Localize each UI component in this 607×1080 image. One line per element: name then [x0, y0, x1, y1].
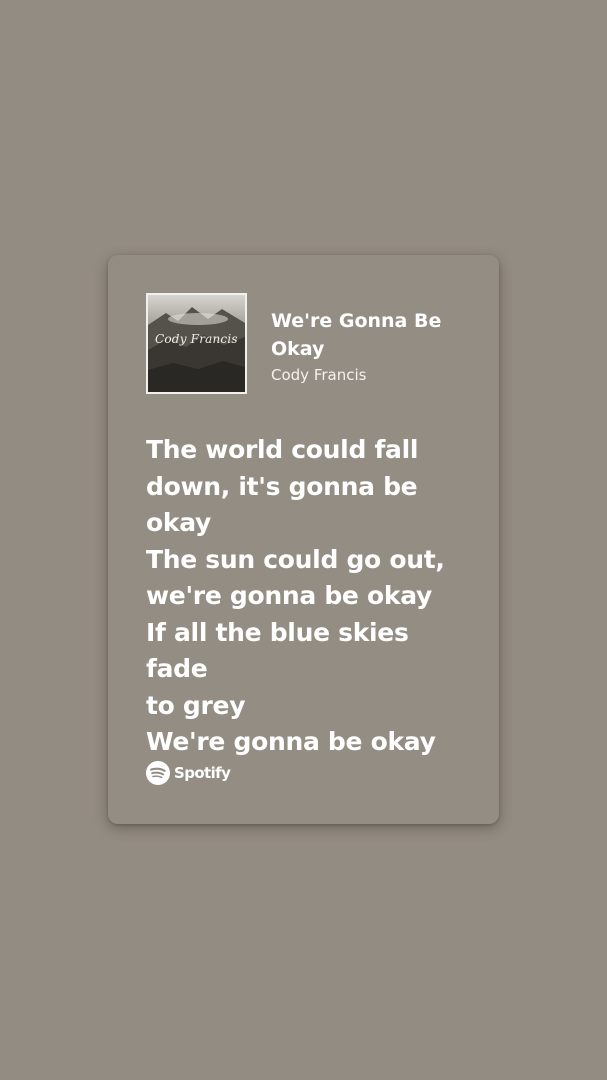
lyric-line: okay	[146, 508, 211, 537]
lyrics-share-card: Cody Francis We're Gonna Be Okay Cody Fr…	[108, 255, 499, 824]
lyrics-block: The world could fall down, it's gonna be…	[146, 432, 461, 761]
lyric-line: If all the blue skies fade	[146, 617, 409, 684]
lyric-line: we're gonna be okay	[146, 581, 432, 610]
lyric-line: The sun could go out,	[146, 544, 445, 574]
song-title: We're Gonna Be Okay	[271, 310, 442, 360]
spotify-logo-icon	[146, 761, 170, 785]
track-header: Cody Francis We're Gonna Be Okay Cody Fr…	[146, 293, 461, 394]
lyric-line: We're gonna be okay	[146, 727, 436, 756]
lyric-line: down, it's gonna be	[146, 471, 418, 501]
album-cover-text: Cody Francis	[155, 332, 238, 346]
track-meta: We're Gonna Be Okay Cody Francis	[271, 307, 451, 385]
artist-name: Cody Francis	[271, 366, 367, 384]
album-cover: Cody Francis	[146, 293, 247, 394]
lyric-line: to grey	[146, 690, 246, 720]
lyric-line: The world could fall	[146, 435, 419, 464]
spotify-branding[interactable]: Spotify	[146, 761, 231, 785]
spotify-wordmark: Spotify	[174, 764, 231, 782]
